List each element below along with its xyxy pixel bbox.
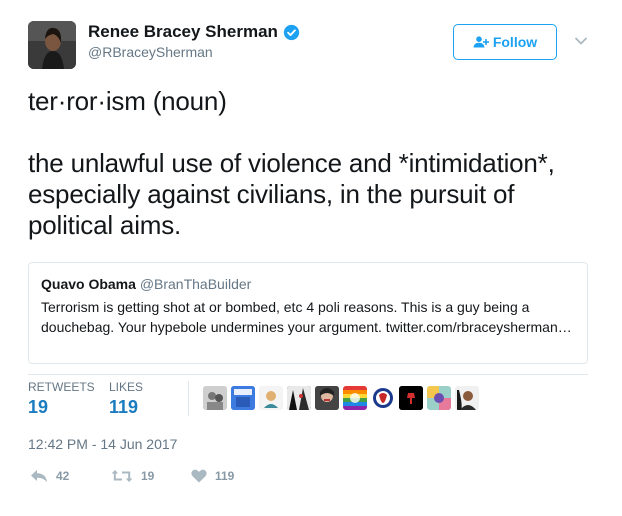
divider bbox=[188, 381, 189, 416]
author-name-row[interactable]: Renee Bracey Sherman bbox=[88, 21, 300, 43]
tweet-text-line: ter·ror·ism (noun) bbox=[28, 86, 227, 116]
liker-avatar[interactable] bbox=[399, 386, 423, 410]
quoted-tweet-header: Quavo Obama @BranThaBuilder bbox=[41, 275, 575, 293]
retweet-button[interactable]: 19 bbox=[111, 469, 154, 483]
add-user-icon bbox=[473, 36, 489, 48]
follow-button-label: Follow bbox=[492, 34, 538, 50]
avatar[interactable] bbox=[28, 21, 76, 69]
liker-avatar[interactable] bbox=[315, 386, 339, 410]
verified-badge-icon bbox=[283, 24, 300, 40]
quoted-tweet[interactable]: Quavo Obama @BranThaBuilder Terrorism is… bbox=[28, 262, 588, 364]
retweet-count: 19 bbox=[141, 469, 155, 483]
liker-avatar[interactable] bbox=[287, 386, 311, 410]
likes-label: LIKES bbox=[109, 380, 144, 394]
author-handle[interactable]: @RBraceySherman bbox=[88, 44, 213, 60]
reply-count: 42 bbox=[56, 469, 70, 483]
quoted-tweet-handle: @BranThaBuilder bbox=[139, 276, 252, 292]
like-button[interactable]: 119 bbox=[191, 469, 234, 483]
tweet-text: ter·ror·ism (noun) the unlawful use of v… bbox=[28, 86, 598, 241]
tweet-card: Renee Bracey Sherman @RBraceySherman Fol… bbox=[0, 0, 622, 516]
reply-button[interactable]: 42 bbox=[30, 469, 69, 483]
tweet-text-line: the unlawful use of violence and *intimi… bbox=[28, 148, 555, 240]
liker-avatar[interactable] bbox=[203, 386, 227, 410]
likes-stat[interactable]: LIKES 119 bbox=[109, 380, 143, 418]
divider bbox=[28, 374, 588, 375]
retweets-label: RETWEETS bbox=[28, 380, 95, 394]
liker-avatar[interactable] bbox=[427, 386, 451, 410]
reply-icon bbox=[31, 470, 47, 482]
tweet-timestamp[interactable]: 12:42 PM - 14 Jun 2017 bbox=[28, 436, 177, 452]
retweets-count: 19 bbox=[28, 397, 49, 417]
liker-avatar[interactable] bbox=[231, 386, 255, 410]
avatar-image bbox=[28, 21, 76, 69]
display-name[interactable]: Renee Bracey Sherman bbox=[88, 22, 278, 42]
chevron-down-icon[interactable] bbox=[574, 36, 588, 46]
retweet-icon bbox=[111, 470, 133, 482]
liker-avatar[interactable] bbox=[259, 386, 283, 410]
heart-icon bbox=[191, 469, 207, 483]
liker-avatar[interactable] bbox=[343, 386, 367, 410]
retweets-stat[interactable]: RETWEETS 19 bbox=[28, 380, 95, 418]
quoted-tweet-name: Quavo Obama bbox=[41, 276, 136, 292]
liker-avatar[interactable] bbox=[371, 386, 395, 410]
likes-count: 119 bbox=[109, 397, 139, 417]
liker-avatar[interactable] bbox=[455, 386, 479, 410]
liker-avatars bbox=[203, 386, 483, 410]
quoted-tweet-text: Terrorism is getting shot at or bombed, … bbox=[41, 299, 572, 335]
follow-button[interactable]: Follow bbox=[453, 24, 557, 60]
like-count: 119 bbox=[215, 469, 235, 483]
